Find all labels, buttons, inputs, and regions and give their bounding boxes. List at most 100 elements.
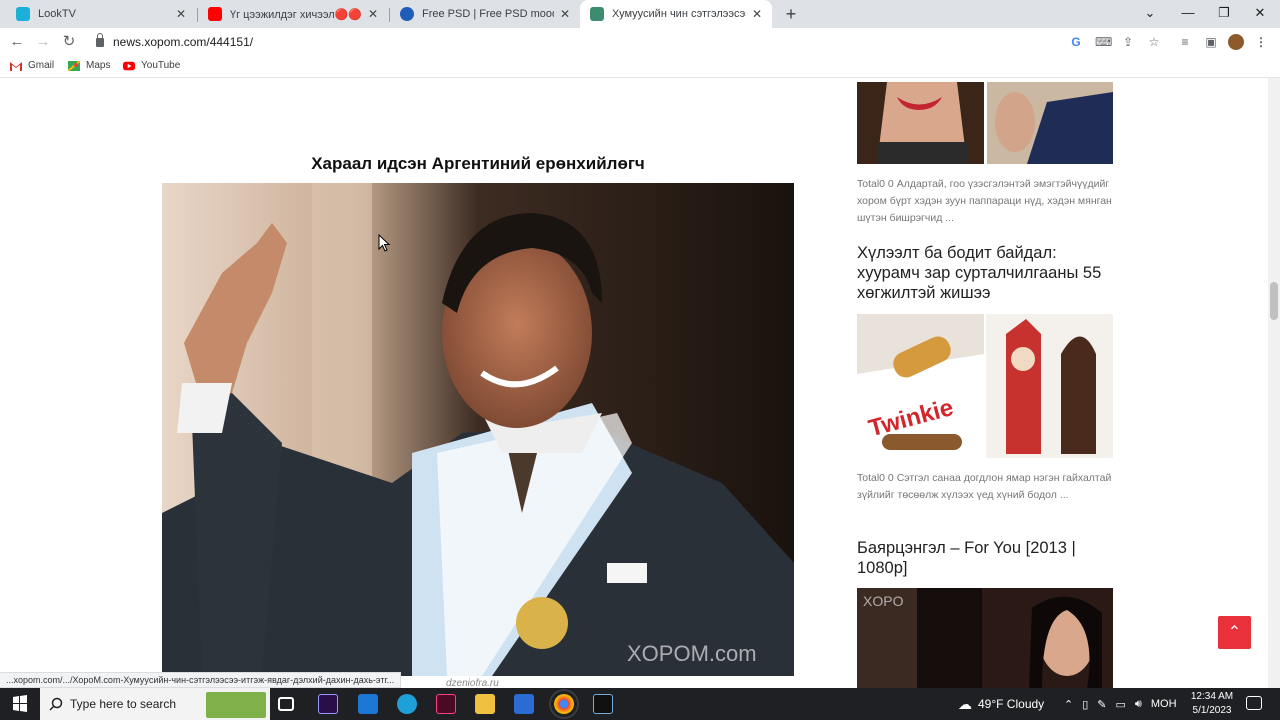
bookmark-maps[interactable]: Maps — [68, 60, 110, 71]
translate-icon[interactable]: ⌨ — [1095, 34, 1112, 50]
music-video-still-illustration: XOPO — [857, 588, 1113, 688]
clock-date: 5/1/2023 — [1192, 705, 1232, 716]
menu-kebab-icon[interactable]: ⋮ — [1253, 34, 1269, 50]
image-watermark: XOPO — [863, 593, 904, 609]
scroll-to-top-button[interactable]: ⌃ — [1218, 616, 1251, 649]
chocolate-santa-illustration — [986, 314, 1113, 458]
windows-logo-icon — [13, 695, 27, 712]
xopom-favicon-icon — [590, 7, 604, 21]
search-icon — [49, 697, 63, 711]
indesign-icon[interactable] — [436, 694, 456, 714]
search-highlight-icon[interactable] — [206, 692, 266, 718]
after-effects-icon[interactable] — [318, 694, 338, 714]
clock-time: 12:34 AM — [1190, 691, 1234, 702]
smiling-woman-illustration — [857, 82, 984, 164]
minimize-button[interactable]: — — [1170, 0, 1206, 28]
sidebar-snippet-1: Total0 0 Алдартай, гоо үзэсгэлэнтэй эмэг… — [857, 178, 1112, 224]
bookmark-star-icon[interactable]: ☆ — [1146, 34, 1162, 50]
child-with-parent-illustration — [987, 82, 1113, 164]
tab-looktv[interactable]: LookTV ✕ — [6, 0, 196, 28]
scrollbar-thumb[interactable] — [1270, 282, 1278, 320]
sidebar-image-2a[interactable]: Twinkie — [857, 314, 984, 458]
network-icon[interactable]: ▭ — [1116, 698, 1126, 711]
close-tab-icon[interactable]: ✕ — [752, 7, 762, 21]
restore-button[interactable]: ❐ — [1206, 0, 1242, 28]
tab-search-chevron-down-icon[interactable]: ⌄ — [1132, 0, 1168, 28]
youtube-favicon-icon — [208, 7, 222, 21]
file-explorer-icon[interactable] — [475, 694, 495, 714]
president-photo-illustration: XOPOM.com — [162, 183, 794, 676]
taskbar-clock[interactable]: 12:34 AM 5/1/2023 — [1188, 690, 1236, 718]
tab-youtube-lesson[interactable]: Үг цээжилдэг хичээл🔴🔴🔴 - ✕ — [198, 0, 388, 28]
tab-title: LookTV — [38, 8, 76, 20]
close-tab-icon[interactable]: ✕ — [560, 7, 570, 21]
browser-toolbar: ← → ↻ news.xopom.com/444151/ G ⌨ ⇪ ☆ ≡ ▣… — [0, 28, 1280, 56]
chrome-icon[interactable] — [549, 689, 579, 719]
article-headline: Хараал идсэн Аргентиний ерөнхийлөгч — [311, 154, 645, 173]
mouse-cursor-icon — [378, 234, 390, 252]
article-photo[interactable]: XOPOM.com — [162, 183, 794, 676]
address-text: news.xopom.com/444151/ — [113, 35, 254, 49]
google-lens-icon[interactable]: G — [1068, 34, 1084, 50]
sidebar-article-title-2[interactable]: Хүлээлт ба бодит байдал: хуурамч зар сур… — [857, 243, 1119, 303]
tab-xopom-active[interactable]: Хумуусийн чин сэтгэлээсээ итгэ ✕ — [580, 0, 772, 28]
reading-list-icon[interactable]: ≡ — [1177, 34, 1193, 50]
tab-title: Хумуусийн чин сэтгэлээсээ итгэ — [612, 8, 746, 20]
tab-freepik[interactable]: Free PSD | Free PSD moody food ✕ — [390, 0, 580, 28]
tab-title: Free PSD | Free PSD moody food — [422, 8, 554, 20]
edit-icon[interactable]: ✎ — [1097, 698, 1106, 711]
back-arrow-icon[interactable]: ← — [7, 32, 27, 52]
freepik-favicon-icon — [400, 7, 414, 21]
edge-icon[interactable] — [397, 694, 417, 714]
page-scrollbar[interactable] — [1268, 78, 1280, 688]
microsoft-store-icon[interactable] — [514, 694, 534, 714]
sidebar-image-2b[interactable] — [986, 314, 1113, 458]
side-panel-icon[interactable]: ▣ — [1203, 34, 1219, 50]
lock-icon — [96, 32, 104, 47]
photo-credit: dzeniofra.ru — [446, 678, 499, 688]
maps-icon — [68, 60, 80, 71]
notifications-icon[interactable] — [1246, 696, 1262, 710]
sidebar-image-3[interactable]: XOPO — [857, 588, 1113, 688]
gmail-icon — [10, 61, 22, 71]
input-language[interactable]: МОН — [1151, 698, 1177, 710]
weather-text: 49°F Cloudy — [978, 697, 1045, 711]
sidebar-image-1b[interactable] — [987, 82, 1113, 164]
task-view-icon[interactable] — [278, 697, 294, 711]
looktv-favicon-icon — [16, 7, 30, 21]
close-tab-icon[interactable]: ✕ — [176, 7, 186, 21]
close-tab-icon[interactable]: ✕ — [368, 7, 378, 21]
youtube-icon — [123, 61, 135, 70]
sidebar-snippet-2: Total0 0 Сэтгэл санаа догдлон ямар нэгэн… — [857, 472, 1112, 501]
weather-widget[interactable]: ☁ 49°F Cloudy — [958, 688, 1044, 720]
photo-watermark: XOPOM.com — [627, 641, 757, 666]
bookmark-label: Gmail — [28, 60, 55, 71]
twinkie-illustration: Twinkie — [857, 314, 984, 458]
share-icon[interactable]: ⇪ — [1120, 34, 1136, 50]
mail-icon[interactable] — [358, 694, 378, 714]
sidebar-image-1a[interactable] — [857, 82, 984, 164]
profile-avatar[interactable] — [1228, 34, 1244, 50]
web-page: Хараал идсэн Аргентиний ерөнхийлөгч XOPO… — [0, 78, 1280, 688]
chevron-up-icon[interactable]: ⌃ — [1064, 698, 1073, 711]
close-window-button[interactable]: ✕ — [1242, 0, 1278, 28]
drive-icon[interactable]: ▯ — [1082, 698, 1088, 711]
tab-title: Үг цээжилдэг хичээл🔴🔴🔴 - — [230, 8, 362, 21]
address-bar[interactable]: news.xopom.com/444151/ — [96, 32, 254, 50]
cloud-icon: ☁ — [958, 695, 972, 712]
capture-app-icon[interactable] — [593, 694, 613, 714]
sidebar-article-title-3[interactable]: Баярцэнгэл – For You [2013 | 1080p] — [857, 538, 1119, 578]
bookmarks-bar: Gmail Maps YouTube — [0, 56, 1280, 78]
volume-icon[interactable]: 🔊︎ — [1135, 698, 1142, 711]
bookmark-label: YouTube — [141, 60, 181, 71]
start-button[interactable] — [0, 688, 40, 720]
bookmark-gmail[interactable]: Gmail — [10, 60, 54, 71]
search-placeholder: Type here to search — [70, 697, 177, 711]
system-tray: ⌃ ▯ ✎ ▭ 🔊︎ МОН — [1064, 688, 1177, 720]
reload-icon[interactable]: ↻ — [59, 32, 79, 52]
forward-arrow-icon[interactable]: → — [33, 32, 53, 52]
bookmark-label: Maps — [86, 60, 111, 71]
new-tab-button[interactable]: + — [780, 3, 802, 25]
bookmark-youtube[interactable]: YouTube — [123, 60, 180, 71]
tab-strip: LookTV ✕ Үг цээжилдэг хичээл🔴🔴🔴 - ✕ Free… — [0, 0, 1280, 28]
